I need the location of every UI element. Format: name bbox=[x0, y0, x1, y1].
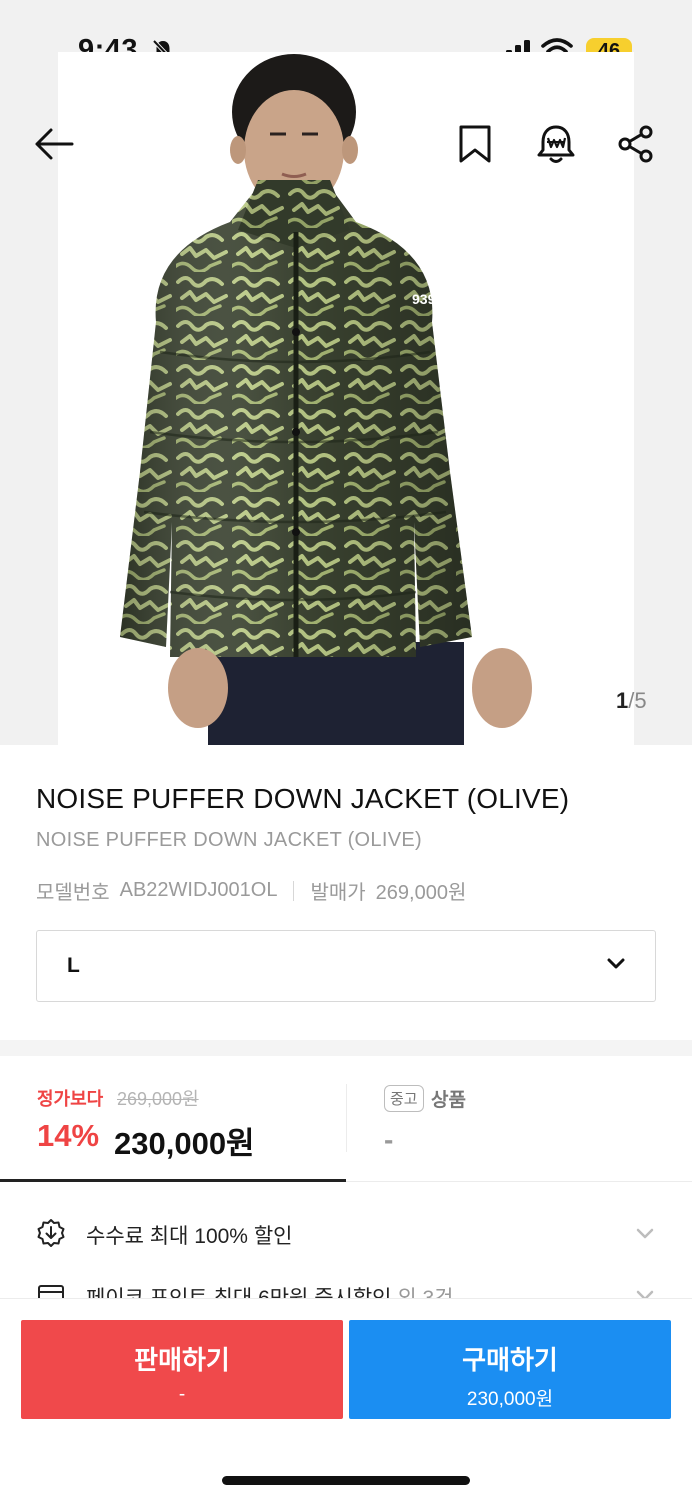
chevron-down-icon bbox=[607, 957, 625, 975]
sell-button-label: 판매하기 bbox=[134, 1345, 230, 1375]
image-counter: 1/5 bbox=[616, 688, 647, 714]
share-icon bbox=[618, 125, 653, 163]
model-number-label: 모델번호 bbox=[36, 882, 110, 904]
benefit-text: 수수료 최대 100% 할인 bbox=[86, 1225, 293, 1248]
price-alarm-button[interactable] bbox=[534, 122, 578, 166]
tab-new-price[interactable]: 정가보다 269,000원 14% 230,000원 bbox=[0, 1056, 346, 1182]
buy-button-label: 구매하기 bbox=[462, 1345, 558, 1375]
image-counter-current: 1 bbox=[616, 688, 629, 713]
jacket-print-logo: 939 bbox=[412, 291, 436, 307]
buy-button-price: 230,000원 bbox=[466, 1389, 554, 1410]
discount-percent: 14% bbox=[37, 1118, 100, 1153]
home-indicator[interactable] bbox=[222, 1476, 470, 1485]
release-price-label: 발매가 bbox=[310, 882, 366, 904]
back-button[interactable] bbox=[32, 122, 76, 166]
chevron-down-icon bbox=[636, 1227, 654, 1245]
size-select[interactable]: L bbox=[36, 930, 656, 1002]
bookmark-button[interactable] bbox=[453, 122, 497, 166]
sell-button-price: - bbox=[178, 1384, 186, 1405]
product-image-gallery[interactable]: 939 1/5 bbox=[0, 0, 692, 745]
discount-coin-icon bbox=[36, 1218, 66, 1253]
buy-button[interactable]: 구매하기 230,000원 bbox=[349, 1320, 671, 1419]
original-price: 269,000원 bbox=[117, 1089, 199, 1109]
used-label: 상품 bbox=[431, 1090, 466, 1111]
tabs-bottom-border bbox=[346, 1181, 692, 1182]
meta-divider bbox=[293, 880, 295, 901]
product-photo: 939 bbox=[120, 54, 532, 745]
discount-label: 정가보다 bbox=[37, 1089, 104, 1109]
product-meta: 모델번호 AB22WIDJ001OL 발매가 269,000원 bbox=[36, 876, 466, 905]
tab-used-product[interactable]: 중고 상품 - bbox=[347, 1056, 692, 1182]
product-title: NOISE PUFFER DOWN JACKET (OLIVE) bbox=[36, 783, 570, 814]
price-alarm-bell-icon bbox=[537, 125, 575, 163]
used-price: - bbox=[384, 1124, 394, 1155]
benefit-fee-discount[interactable]: 수수료 최대 100% 할인 bbox=[36, 1210, 656, 1260]
size-select-value: L bbox=[67, 954, 80, 977]
used-badge: 중고 bbox=[384, 1085, 424, 1112]
current-price: 230,000원 bbox=[114, 1126, 255, 1161]
sell-button[interactable]: 판매하기 - bbox=[21, 1320, 343, 1419]
share-button[interactable] bbox=[614, 122, 658, 166]
bookmark-icon bbox=[459, 125, 491, 163]
section-divider bbox=[0, 1040, 692, 1056]
product-subtitle: NOISE PUFFER DOWN JACKET (OLIVE) bbox=[36, 829, 422, 851]
model-number-value: AB22WIDJ001OL bbox=[119, 879, 278, 901]
image-counter-total: 5 bbox=[634, 688, 647, 713]
active-tab-indicator bbox=[0, 1179, 346, 1182]
release-price-value: 269,000원 bbox=[375, 882, 467, 904]
back-arrow-icon bbox=[35, 128, 74, 160]
